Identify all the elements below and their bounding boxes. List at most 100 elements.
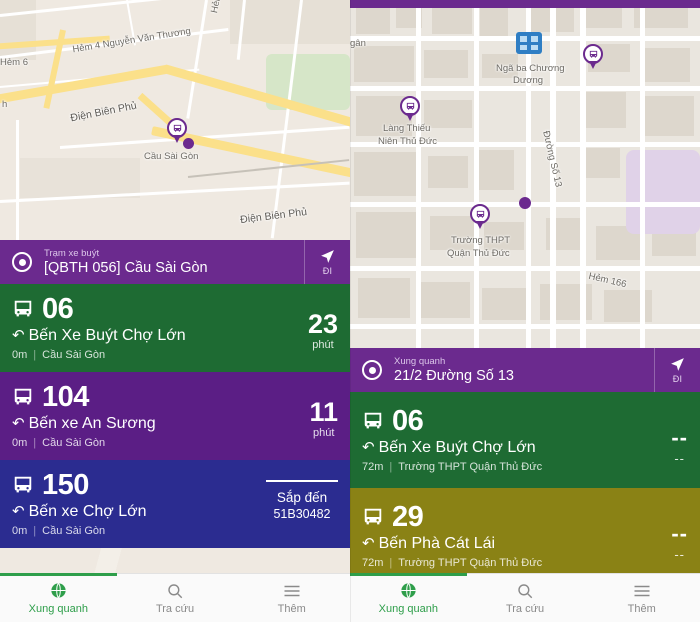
- route-row[interactable]: 06 ↶ Bến Xe Buýt Chợ Lớn 0m | Cầu Sài Gòn…: [0, 284, 350, 372]
- tab-label: Tra cứu: [155, 603, 195, 615]
- map-block: [20, 158, 140, 198]
- map-building: [356, 4, 390, 34]
- globe-icon: [399, 581, 418, 600]
- menu-icon: [633, 581, 651, 600]
- route-dest-row: ↶ Bến Xe Buýt Chợ Lớn: [362, 438, 688, 458]
- route-row[interactable]: 29 ↶ Bến Phà Cát Lái 72m | Trường THPT Qu…: [350, 488, 700, 584]
- map-building: [428, 156, 468, 188]
- bus-stop-pin[interactable]: [400, 96, 420, 122]
- route-dest-row: ↶ Bến Phà Cát Lái: [362, 534, 688, 554]
- school-poi-icon[interactable]: [516, 32, 542, 54]
- map-road: [416, 0, 421, 352]
- route-destination: ↶ Bến Xe Buýt Chợ Lớn: [12, 326, 186, 344]
- map-label: Ngã ba Chương: [496, 63, 565, 74]
- tab-xung-quanh[interactable]: Xung quanh: [350, 574, 467, 622]
- bus-icon: [362, 410, 384, 432]
- route-row[interactable]: 150 ↶ Bến xe Chợ Lớn 0m | Cầu Sài Gòn Sắp…: [0, 460, 350, 548]
- map-label: h: [2, 99, 8, 110]
- map-road: [474, 0, 479, 352]
- route-dest-row: ↶ Bến Xe Buýt Chợ Lớn: [12, 326, 338, 346]
- tab-tra-cuu[interactable]: Tra cứu: [117, 574, 234, 622]
- share-arrow-icon: [671, 358, 684, 371]
- map-building: [640, 96, 694, 136]
- route-distance: 72m: [362, 556, 384, 569]
- pin-tail: [476, 221, 484, 229]
- map-building: [586, 6, 622, 28]
- map-label: Dương: [513, 75, 544, 86]
- bus-icon: [362, 506, 384, 528]
- route-stop-name: Cầu Sài Gòn: [42, 348, 106, 361]
- route-distance: 72m: [362, 460, 384, 473]
- route-destination: ↶ Bến Phà Cát Lái: [362, 534, 496, 552]
- route-stop-name: Cầu Sài Gòn: [42, 436, 106, 449]
- pin-tail: [406, 113, 414, 121]
- route-destination: ↶ Bến Xe Buýt Chợ Lớn: [362, 438, 536, 456]
- route-eta: -- --: [671, 424, 688, 466]
- tab-label: Xung quanh: [378, 603, 438, 615]
- tab-label: Thêm: [277, 603, 306, 615]
- route-meta: 0m | Cầu Sài Gòn: [12, 437, 338, 449]
- route-destination: ↶ Bến xe An Sương: [12, 414, 156, 432]
- route-number: 06: [392, 404, 424, 437]
- go-button[interactable]: ĐI: [654, 348, 700, 392]
- tab-them[interactable]: Thêm: [583, 574, 700, 622]
- bus-icon: [12, 298, 34, 320]
- route-top: 29: [362, 502, 688, 532]
- route-eta: 11 phút: [309, 398, 338, 440]
- route-eta-value: 23: [307, 309, 338, 339]
- right-bottom-tabbar[interactable]: Xung quanh Tra cứu Thêm: [350, 573, 700, 622]
- map-building: [354, 152, 418, 196]
- bus-stop-pin[interactable]: [470, 204, 490, 230]
- tab-label: Xung quanh: [28, 603, 88, 615]
- left-route-list: 06 ↶ Bến Xe Buýt Chợ Lớn 0m | Cầu Sài Gòn…: [0, 284, 350, 548]
- route-eta-value: 11: [309, 397, 338, 427]
- bus-stop-pin[interactable]: [583, 44, 603, 70]
- route-row[interactable]: 104 ↶ Bến xe An Sương 0m | Cầu Sài Gòn 11…: [0, 372, 350, 460]
- tab-xung-quanh[interactable]: Xung quanh: [0, 574, 117, 622]
- left-selection-header[interactable]: Trạm xe buýt [QBTH 056] Cầu Sài Gòn ĐI: [0, 240, 350, 284]
- route-number: 104: [42, 380, 89, 413]
- route-top: 06: [12, 294, 338, 324]
- route-row[interactable]: 06 ↶ Bến Xe Buýt Chợ Lớn 72m | Trường THP…: [350, 392, 700, 488]
- map-building: [424, 50, 468, 78]
- header-subtitle: Trạm xe buýt: [44, 247, 100, 259]
- route-meta: 0m | Cầu Sài Gòn: [12, 525, 338, 537]
- tab-them[interactable]: Thêm: [233, 574, 350, 622]
- loop-arrow-icon: ↶: [12, 414, 25, 432]
- tab-tra-cuu[interactable]: Tra cứu: [467, 574, 584, 622]
- go-button-label: ĐI: [672, 374, 683, 384]
- right-selection-header[interactable]: Xung quanh 21/2 Đường Số 13 ĐI: [350, 348, 700, 392]
- map-label: Niên Thủ Đức: [378, 136, 437, 147]
- search-icon: [166, 581, 184, 600]
- pin-tail: [589, 61, 597, 69]
- bus-icon: [12, 474, 34, 496]
- meta-separator: |: [389, 556, 393, 569]
- map-building: [420, 282, 470, 318]
- menu-icon: [283, 581, 301, 600]
- tab-label: Tra cứu: [505, 603, 545, 615]
- search-icon: [516, 581, 534, 600]
- left-phone-screen: Hẻm 4 Nguyễn Văn Thương Hẻm 152 Hẻm 3 Đi…: [0, 0, 350, 622]
- go-button[interactable]: ĐI: [304, 240, 350, 284]
- map-building: [358, 278, 410, 318]
- route-top: 104: [12, 382, 338, 412]
- route-arriving-status: Sắp đến 51B30482: [266, 480, 338, 522]
- left-bottom-tabbar[interactable]: Xung quanh Tra cứu Thêm: [0, 573, 350, 622]
- route-top: 06: [362, 406, 688, 436]
- globe-icon: [49, 581, 68, 600]
- active-tab-indicator: [0, 573, 117, 576]
- map-building: [582, 148, 620, 178]
- location-target-icon[interactable]: [0, 240, 44, 284]
- loop-arrow-icon: ↶: [362, 438, 375, 456]
- vehicle-plate: 51B30482: [273, 507, 331, 521]
- location-target-icon[interactable]: [350, 348, 394, 392]
- map-road: [350, 266, 700, 271]
- map-building: [586, 92, 626, 128]
- route-stop-name: Trường THPT Quận Thủ Đức: [398, 460, 543, 473]
- panel-divider: [350, 0, 351, 622]
- route-stop-name: Trường THPT Quận Thủ Đức: [398, 556, 543, 569]
- map-label: gân: [350, 38, 366, 49]
- header-title: 21/2 Đường Số 13: [394, 367, 514, 384]
- route-number: 150: [42, 468, 89, 501]
- route-eta-unit: --: [674, 547, 685, 562]
